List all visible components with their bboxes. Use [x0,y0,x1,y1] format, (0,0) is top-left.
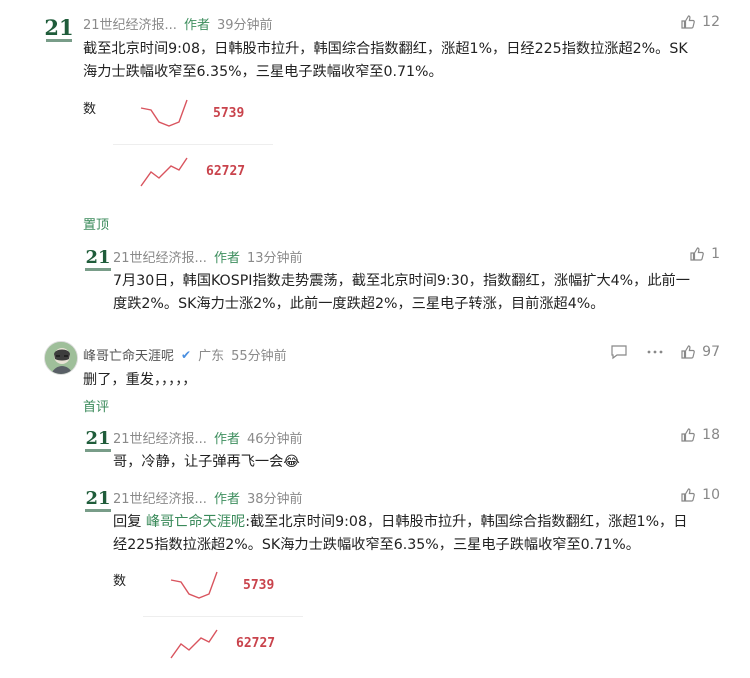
comment-text: 7月30日，韩国KOSPI指数走势震荡，截至北京时间9:30，指数翻红，涨幅扩大… [113,273,690,312]
card-label: 数 [83,102,97,117]
avatar[interactable]: 21 [83,486,113,516]
stock-value-2: 62727 [206,164,246,179]
like-button[interactable]: 1 [689,246,720,262]
more-dots-icon[interactable] [646,344,664,360]
username[interactable]: 21世纪经济报... [83,14,177,33]
avatar[interactable]: 21 [83,245,113,275]
comment-text: 哥，冷静，让子弹再飞一会😂 [113,454,300,470]
timestamp: 46分钟前 [246,432,303,447]
thumbs-up-icon [690,247,704,261]
like-count: 12 [702,14,720,30]
timestamp: 38分钟前 [246,492,303,507]
timestamp: 55分钟前 [231,349,287,364]
pinned-label[interactable]: 置顶 [83,214,109,233]
location: 广东 [198,349,225,364]
like-count: 10 [702,487,720,503]
avatar[interactable]: 21 [83,426,113,456]
sparkline-up-icon [140,157,188,187]
thumbs-up-icon [681,428,696,442]
like-count: 1 [711,246,720,262]
reply-to-user-link[interactable]: 峰哥亡命天涯呢 [146,514,245,530]
author-badge: 作者 [213,492,240,507]
like-button[interactable]: 12 [680,14,720,30]
username[interactable]: 21世纪经济报... [113,488,207,507]
thumbs-up-icon [681,15,696,29]
like-button[interactable]: 10 [680,487,720,503]
comment-icon[interactable] [610,344,628,360]
verified-badge-icon: ✔︎ [181,347,192,362]
avatar[interactable] [44,341,78,375]
avatar[interactable]: 21 [44,14,74,44]
like-count: 18 [702,427,720,443]
username[interactable]: 峰哥亡命天涯呢 [83,345,174,364]
sparkline-up-icon [170,629,218,659]
first-comment-label[interactable]: 首评 [83,396,109,415]
author-badge: 作者 [183,18,210,33]
like-count: 97 [702,344,720,360]
comment-meta: 峰哥亡命天涯呢 ✔︎ 广东 55分钟前 [83,345,287,365]
like-button[interactable]: 18 [680,427,720,443]
author-badge: 作者 [213,432,240,447]
logo-21-icon: 21 [85,247,111,268]
thumbs-up-icon [681,488,696,502]
stock-value-1: 5739 [243,578,275,593]
stock-card[interactable]: 数 5739 62727 [113,570,303,678]
like-button[interactable]: 97 [680,344,720,360]
comment-meta: 21世纪经济报... 作者 39分钟前 [83,14,273,33]
stock-card[interactable]: 数 5739 62727 [83,98,273,216]
user-avatar-icon [45,342,77,374]
comment-text: 回复 峰哥亡命天涯呢:截至北京时间9:08，日韩股市拉升，韩国综合指数翻红，涨超… [113,514,688,553]
logo-21-icon: 21 [85,428,111,449]
sparkline-down-icon [140,99,188,127]
sparkline-down-icon [170,571,218,599]
username[interactable]: 21世纪经济报... [113,428,207,447]
timestamp: 39分钟前 [216,18,273,33]
comment-meta: 21世纪经济报... 作者 13分钟前 [113,247,303,266]
username[interactable]: 21世纪经济报... [113,247,207,266]
logo-21-icon: 21 [44,14,74,40]
stock-value-2: 62727 [236,636,276,651]
comment-actions [610,344,664,360]
comment-text: 删了，重发，，，，， [83,372,197,388]
comment-meta: 21世纪经济报... 作者 38分钟前 [113,488,303,507]
thumbs-up-icon [681,345,696,359]
stock-value-1: 5739 [213,106,245,121]
card-label: 数 [113,574,127,589]
comment-meta: 21世纪经济报... 作者 46分钟前 [113,428,303,447]
timestamp: 13分钟前 [246,251,303,266]
author-badge: 作者 [213,251,240,266]
comment-text: 截至北京时间9:08，日韩股市拉升，韩国综合指数翻红，涨超1%，日经225指数拉… [83,41,688,80]
logo-21-icon: 21 [85,488,111,509]
